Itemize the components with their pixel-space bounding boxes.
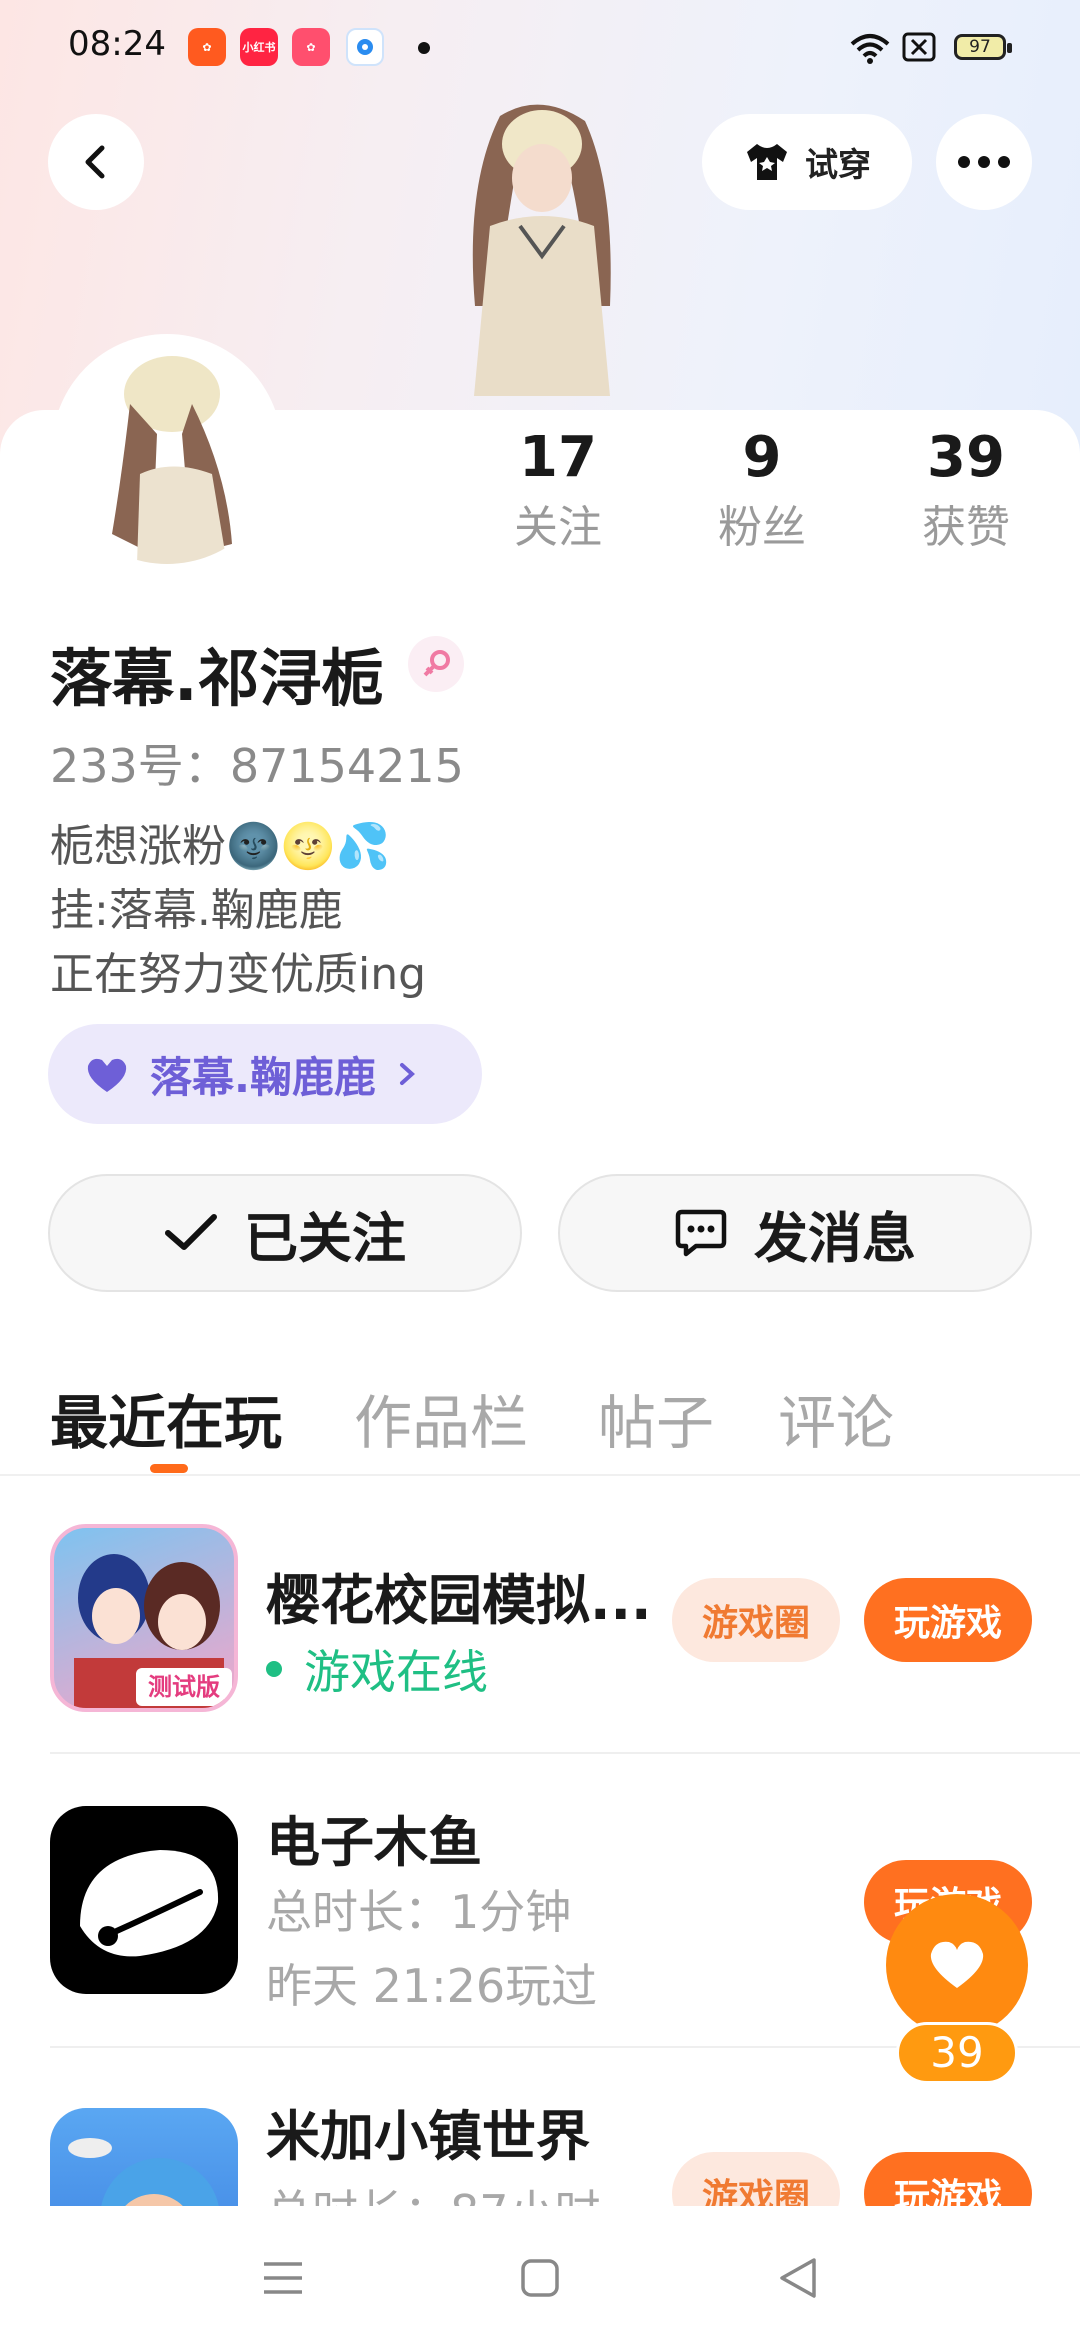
heart-icon xyxy=(930,1941,984,1988)
battery-indicator: 97 xyxy=(954,34,1012,60)
game-total-duration: 总时长：1分钟 xyxy=(266,1885,572,1939)
likes-count: 39 xyxy=(927,425,1005,490)
following-count: 17 xyxy=(519,425,597,490)
game-icon-miga-town[interactable] xyxy=(50,2108,238,2206)
avatar-3d-figure[interactable] xyxy=(420,96,660,416)
female-gender-icon xyxy=(408,636,464,692)
play-game-button[interactable]: 玩游戏 xyxy=(864,2152,1032,2206)
sakura-characters-image: 测试版 xyxy=(74,1554,232,1708)
back-triangle-icon[interactable] xyxy=(778,2256,818,2300)
game-title[interactable]: 电子木鱼 xyxy=(266,1798,482,1877)
try-on-label: 试穿 xyxy=(805,145,871,184)
followers-count: 9 xyxy=(742,425,782,490)
checkmark-icon xyxy=(165,1214,217,1250)
back-button[interactable] xyxy=(48,114,144,210)
kuaishou-lite-icon: ✿ xyxy=(292,28,330,66)
game-title[interactable]: 樱花校园模拟... xyxy=(266,1556,652,1635)
game-online-label: 游戏在线 xyxy=(304,1645,488,1699)
chat-bubble-icon xyxy=(675,1209,727,1257)
linked-user-tag[interactable]: 落幕.鞠鹿鹿 xyxy=(48,1024,482,1124)
user-id-value: 87154215 xyxy=(229,739,464,793)
game-circle-button[interactable]: 游戏圈 xyxy=(672,2152,840,2206)
wifi-icon xyxy=(850,34,890,64)
game-icon-electronic-woodfish[interactable] xyxy=(50,1806,238,1994)
following-stat[interactable]: 17 关注 xyxy=(488,422,628,558)
user-id[interactable]: 233号：87154215 xyxy=(50,730,464,796)
avatar[interactable] xyxy=(52,334,282,564)
avatar-image xyxy=(112,356,232,564)
kuaishou-icon: ✿ xyxy=(188,28,226,66)
tab-recently-played[interactable]: 最近在玩 xyxy=(50,1376,282,1460)
status-bar: 08:24 ✿ 小红书 ✿ 97 xyxy=(0,0,1080,96)
browser-icon xyxy=(346,28,384,66)
play-game-button[interactable]: 玩游戏 xyxy=(864,1578,1032,1662)
send-message-label: 发消息 xyxy=(754,1206,916,1270)
xiaohongshu-icon: 小红书 xyxy=(240,28,278,66)
linked-hearts-icon xyxy=(87,1058,127,1092)
status-time: 08:24 xyxy=(68,24,166,64)
test-version-badge: 测试版 xyxy=(148,1673,220,1701)
active-tab-indicator xyxy=(150,1464,188,1473)
chevron-left-icon xyxy=(85,145,105,179)
bio-line-3: 正在努力变优质ing xyxy=(50,949,427,1000)
miga-character-image xyxy=(68,2138,219,2206)
tabs-divider xyxy=(0,1474,1080,1476)
game-total-duration: 总时长：87小时 xyxy=(266,2176,601,2206)
home-square-icon[interactable] xyxy=(520,2258,560,2298)
tshirt-icon xyxy=(747,144,787,180)
menu-icon[interactable] xyxy=(262,2260,304,2296)
likes-stat[interactable]: 39 获赞 xyxy=(896,422,1036,558)
bio-line-2: 挂:落幕.鞠鹿鹿 xyxy=(50,885,343,936)
game-circle-button[interactable]: 游戏圈 xyxy=(672,1578,840,1662)
following-button-label: 已关注 xyxy=(244,1206,406,1270)
notification-dot-icon xyxy=(418,42,430,54)
following-button[interactable]: 已关注 xyxy=(48,1174,522,1292)
row-divider xyxy=(50,1752,1080,1754)
more-options-button[interactable] xyxy=(936,114,1032,210)
followers-stat[interactable]: 9 粉丝 xyxy=(692,422,832,558)
game-title[interactable]: 米加小镇世界 xyxy=(266,2092,590,2171)
profile-name: 落幕.祁浔栀 xyxy=(50,642,384,715)
system-navigation-bar xyxy=(0,2206,1080,2340)
bio-line-1: 栀想涨粉🌚🌝💦 xyxy=(50,821,391,872)
game-last-played: 昨天 21:26玩过 xyxy=(266,1959,598,2013)
likes-label: 获赞 xyxy=(922,502,1010,553)
online-dot-icon xyxy=(266,1661,282,1677)
like-count-badge: 39 xyxy=(896,2022,1018,2084)
chevron-right-icon xyxy=(399,1063,415,1085)
game-online-status: 游戏在线 xyxy=(266,1636,488,1702)
more-dots-icon xyxy=(958,156,1010,168)
try-on-button[interactable]: 试穿 xyxy=(702,114,912,210)
followers-label: 粉丝 xyxy=(718,502,806,553)
sim-off-icon xyxy=(902,32,936,62)
game-icon-sakura-school[interactable]: 测试版 xyxy=(50,1524,238,1712)
like-floating-button[interactable] xyxy=(886,1894,1028,2036)
linked-user-name: 落幕.鞠鹿鹿 xyxy=(150,1052,376,1102)
tab-comments[interactable]: 评论 xyxy=(778,1376,894,1460)
following-label: 关注 xyxy=(514,502,602,553)
woodfish-image xyxy=(80,1850,219,1957)
send-message-button[interactable]: 发消息 xyxy=(558,1174,1032,1292)
tab-works[interactable]: 作品栏 xyxy=(354,1376,528,1460)
user-id-label: 233号： xyxy=(50,739,230,793)
tab-posts[interactable]: 帖子 xyxy=(598,1376,714,1460)
